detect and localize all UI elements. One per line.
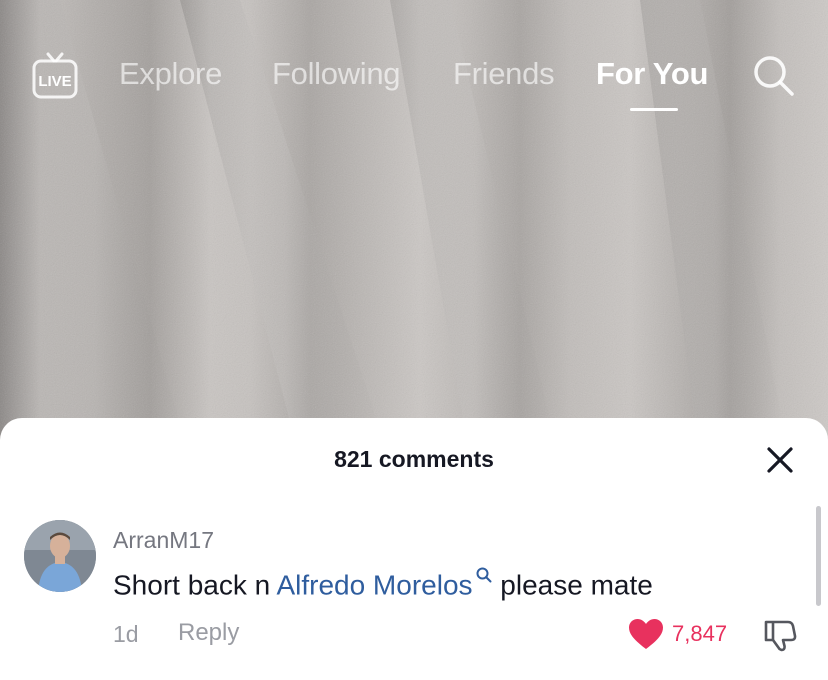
comments-count-title: 821 comments	[334, 446, 494, 472]
live-label: LIVE	[38, 73, 71, 90]
comment-text-after: please mate	[492, 569, 653, 601]
tab-friends[interactable]: Friends	[453, 56, 555, 92]
top-navigation: LIVE Explore Following Friends For You	[0, 48, 828, 118]
avatar[interactable]	[24, 520, 96, 592]
comments-sheet: 821 comments ArranM17 Short back n Alfre…	[0, 418, 828, 680]
scrollbar[interactable]	[816, 506, 821, 606]
live-icon[interactable]: LIVE	[30, 52, 80, 102]
comment-text: Short back n Alfredo Morelos please mate	[113, 566, 653, 601]
like-count: 7,847	[672, 621, 728, 646]
tab-following[interactable]: Following	[272, 56, 401, 92]
dislike-button[interactable]	[762, 616, 798, 652]
close-button[interactable]	[762, 442, 798, 478]
close-icon	[767, 447, 793, 473]
mention-search-icon[interactable]	[475, 566, 493, 584]
search-icon[interactable]	[750, 52, 796, 98]
comment-username[interactable]: ArranM17	[113, 527, 214, 554]
heart-icon	[629, 619, 663, 649]
dislike-icon	[764, 620, 797, 652]
tab-explore[interactable]: Explore	[119, 56, 222, 92]
comment-text-before: Short back n	[113, 569, 277, 601]
mention-link[interactable]: Alfredo Morelos	[276, 569, 472, 600]
active-tab-indicator	[630, 108, 678, 111]
tab-for-you[interactable]: For You	[596, 56, 708, 92]
comment-timestamp: 1d	[113, 621, 139, 647]
reply-button[interactable]: Reply	[178, 619, 239, 647]
like-button[interactable]: 7,847	[628, 616, 727, 652]
comment-item: ArranM17 Short back n Alfredo Morelos pl…	[0, 518, 828, 658]
